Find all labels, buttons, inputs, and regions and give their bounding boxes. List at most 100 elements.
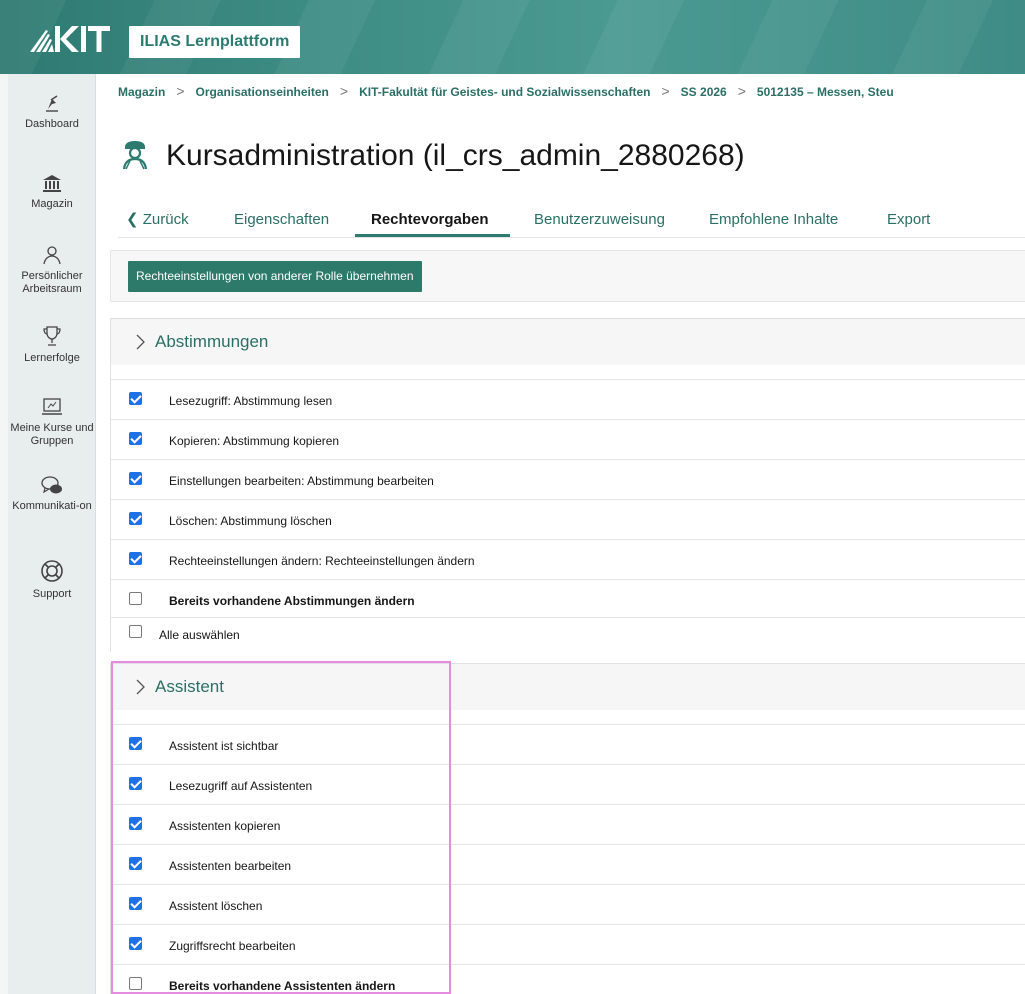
tab-empfohlene-inhalte[interactable]: Empfohlene Inhalte (709, 210, 838, 230)
sidebar-item-dashboard[interactable]: Dashboard (8, 92, 96, 131)
permission-checkbox[interactable] (129, 472, 142, 485)
action-toolbar: Rechteeinstellungen von anderer Rolle üb… (110, 250, 1025, 302)
permission-checkbox[interactable] (129, 977, 142, 990)
sidebar-label-my-courses: Meine Kurse und Gruppen (10, 422, 94, 447)
permission-row: Rechteeinstellungen ändern: Rechteeinste… (111, 539, 1025, 579)
permission-checkbox[interactable] (129, 512, 142, 525)
dashboard-icon (46, 95, 58, 112)
permission-row: Assistent löschen (111, 884, 1025, 924)
breadcrumb-item-faculty[interactable]: KIT-Fakultät für Geistes- und Sozialwiss… (359, 85, 650, 99)
permission-checkbox[interactable] (129, 897, 142, 910)
select-all-checkbox[interactable] (129, 625, 142, 638)
breadcrumb-item-course[interactable]: 5012135 – Messen, Steu (757, 85, 894, 99)
sidebar-label-personal-workspace: Persönlicher Arbeitsraum (21, 270, 83, 295)
tab-benutzerzuweisung[interactable]: Benutzerzuweisung (534, 210, 665, 230)
page-title: Kursadministration (il_crs_admin_2880268… (166, 139, 745, 172)
tab-export[interactable]: Export (887, 210, 930, 230)
tabs-divider (118, 237, 1025, 238)
breadcrumb-separator: > (339, 83, 349, 99)
permission-checkbox[interactable] (129, 737, 142, 750)
kit-logo[interactable] (28, 22, 112, 56)
sidebar-edge (0, 74, 8, 994)
copy-permissions-button[interactable]: Rechteeinstellungen von anderer Rolle üb… (128, 261, 422, 292)
platform-name[interactable]: ILIAS Lernplattform (129, 26, 301, 58)
permission-row: Assistenten bearbeiten (111, 844, 1025, 884)
permission-label: Assistenten bearbeiten (169, 859, 292, 873)
permission-label: Kopieren: Abstimmung kopieren (169, 434, 340, 448)
permission-checkbox[interactable] (129, 777, 142, 790)
sidebar-label-communication: Kommunikati-on (12, 500, 92, 512)
panel-header-assistent[interactable]: Assistent (111, 664, 1025, 710)
trophy-icon (43, 326, 61, 346)
tab-rechtevorgaben[interactable]: Rechtevorgaben (371, 210, 489, 230)
sidebar-label-learning-success: Lernerfolge (24, 352, 80, 364)
panel-assistent: Assistent Assistent ist sichtbar Lesezug… (110, 663, 1025, 994)
chevron-left-icon: ❮ (126, 211, 139, 228)
sidebar-item-personal-workspace[interactable]: Persönlicher Arbeitsraum (8, 244, 96, 296)
permission-label: Assistent löschen (169, 899, 263, 913)
permission-label: Einstellungen bearbeiten: Abstimmung bea… (169, 474, 434, 488)
library-icon (43, 175, 61, 192)
sidebar-item-my-courses[interactable]: Meine Kurse und Gruppen (8, 396, 96, 448)
main-sidebar: Dashboard Magazin Persönlicher Arbeitsra… (8, 74, 96, 994)
permission-row: Zugriffsrecht bearbeiten (111, 924, 1025, 964)
sidebar-label-dashboard: Dashboard (25, 118, 79, 130)
breadcrumb-separator: > (176, 83, 185, 99)
permission-label: Bereits vorhandene Abstimmungen ändern (169, 594, 415, 608)
permission-checkbox[interactable] (129, 817, 142, 830)
chat-icon (41, 476, 62, 494)
tab-back[interactable]: ❮ Zurück (126, 210, 189, 230)
permission-row: Assistent ist sichtbar (111, 724, 1025, 764)
breadcrumb-separator: > (661, 83, 670, 99)
permission-checkbox[interactable] (129, 937, 142, 950)
permission-row: Kopieren: Abstimmung kopieren (111, 419, 1025, 459)
chevron-right-icon (136, 679, 145, 695)
permission-row: Löschen: Abstimmung löschen (111, 499, 1025, 539)
permission-row: Einstellungen bearbeiten: Abstimmung bea… (111, 459, 1025, 499)
sidebar-item-magazin[interactable]: Magazin (8, 172, 96, 211)
panel-title-assistent: Assistent (155, 677, 224, 696)
permission-label: Löschen: Abstimmung löschen (169, 514, 332, 528)
permission-row: Lesezugriff auf Assistenten (111, 764, 1025, 804)
permission-row: Bereits vorhandene Abstimmungen ändern (111, 579, 1025, 619)
sidebar-item-support[interactable]: Support (8, 558, 96, 601)
panel-title-abstimmungen: Abstimmungen (155, 332, 269, 351)
permission-row: Assistenten kopieren (111, 804, 1025, 844)
sidebar-label-magazin: Magazin (31, 198, 73, 210)
panel-header-abstimmungen[interactable]: Abstimmungen (111, 319, 1025, 365)
breadcrumb-separator: > (737, 83, 746, 99)
lifebuoy-icon (41, 560, 63, 582)
permission-checkbox[interactable] (129, 552, 142, 565)
permission-row: Lesezugriff: Abstimmung lesen (111, 379, 1025, 419)
tab-eigenschaften[interactable]: Eigenschaften (234, 210, 329, 230)
sidebar-item-learning-success[interactable]: Lernerfolge (8, 324, 96, 365)
permission-label: Lesezugriff: Abstimmung lesen (169, 394, 333, 408)
tab-back-label: Zurück (142, 211, 189, 228)
main-content: Magazin > Organisationseinheiten > KIT-Fakul… (96, 74, 1025, 994)
permission-label: Rechteeinstellungen ändern: Rechteeinste… (169, 554, 475, 568)
panel-abstimmungen: Abstimmungen Lesezugriff: Abstimmung les… (110, 318, 1025, 653)
monitor-icon (42, 398, 62, 415)
chevron-right-icon (136, 334, 145, 350)
permission-checkbox[interactable] (129, 432, 142, 445)
sidebar-label-support: Support (32, 588, 72, 600)
permission-label: Zugriffsrecht bearbeiten (169, 939, 296, 953)
breadcrumb-item-org-units[interactable]: Organisationseinheiten (196, 85, 329, 99)
sidebar-item-communication[interactable]: Kommunikati-on (8, 474, 96, 513)
breadcrumb: Magazin > Organisationseinheiten > KIT-Fakul… (118, 82, 894, 101)
person-icon (43, 246, 61, 265)
permission-row: Bereits vorhandene Assistenten ändern (111, 964, 1025, 994)
select-all-label: Alle auswählen (159, 628, 240, 642)
permission-checkbox[interactable] (129, 392, 142, 405)
permission-label: Lesezugriff auf Assistenten (169, 779, 313, 793)
top-header: ILIAS Lernplattform (0, 0, 1025, 74)
breadcrumb-item-magazin[interactable]: Magazin (118, 85, 165, 99)
permission-label: Assistent ist sichtbar (169, 739, 279, 753)
permission-label: Assistenten kopieren (169, 819, 281, 833)
select-all-row: Alle auswählen (111, 617, 1025, 653)
permission-checkbox[interactable] (129, 592, 142, 605)
breadcrumb-item-semester[interactable]: SS 2026 (681, 85, 727, 99)
admin-role-icon (122, 141, 148, 170)
permission-checkbox[interactable] (129, 857, 142, 870)
permission-label: Bereits vorhandene Assistenten ändern (169, 979, 396, 993)
